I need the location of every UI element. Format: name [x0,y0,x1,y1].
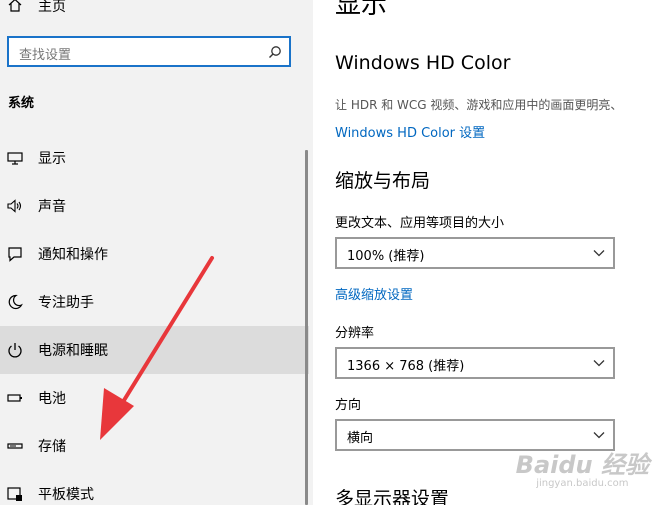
sidebar-item-tablet-mode[interactable]: 平板模式 [0,470,309,505]
chevron-down-icon [593,360,605,367]
sidebar-item-label: 声音 [38,199,66,215]
battery-icon [7,394,22,402]
sidebar-scrollbar[interactable] [305,150,308,505]
sidebar-item-label: 存储 [38,439,66,455]
hd-color-heading: Windows HD Color [335,52,511,74]
home-icon [8,0,22,12]
multi-display-heading: 多显示器设置 [335,488,450,505]
page-title: 显示 [335,0,388,20]
tablet-icon [7,487,22,501]
speaker-icon [7,199,22,213]
sidebar-item-power-sleep[interactable]: 电源和睡眠 [0,326,309,374]
sidebar-item-label: 电源和睡眠 [38,343,108,359]
sidebar-item-label: 显示 [38,151,66,167]
orientation-value: 横向 [347,431,374,446]
section-title-system: 系统 [8,96,35,111]
chevron-down-icon [593,432,605,439]
sidebar-item-storage[interactable]: 存储 [0,422,309,470]
advanced-scaling-link[interactable]: 高级缩放设置 [335,284,413,303]
resolution-label: 分辨率 [335,326,375,341]
home-nav-item[interactable]: 主页 [0,0,313,20]
scale-layout-heading: 缩放与布局 [335,170,431,192]
hd-color-settings-link[interactable]: Windows HD Color 设置 [335,122,485,141]
search-input[interactable]: 查找设置 [7,36,291,67]
search-placeholder: 查找设置 [19,48,72,63]
sidebar-item-display[interactable]: 显示 [0,134,309,182]
baidu-watermark: Baidu 经验 jingyan.baidu.com [516,445,649,489]
resolution-dropdown[interactable]: 1366 × 768 (推荐) [335,347,615,379]
sidebar-item-battery[interactable]: 电池 [0,374,309,422]
scale-label: 更改文本、应用等项目的大小 [335,216,505,231]
orientation-dropdown[interactable]: 横向 [335,419,615,451]
monitor-icon [7,152,23,165]
storage-icon [7,443,23,449]
scale-dropdown[interactable]: 100% (推荐) [335,237,615,269]
settings-window: 主页 查找设置 系统 显示 声音 通知和操作 专注助手 电源和睡眠 电池 存储 … [0,0,661,505]
scale-value: 100% (推荐) [347,249,425,264]
moon-icon [8,294,23,310]
sidebar-item-label: 专注助手 [38,295,94,311]
notification-icon [8,247,22,262]
power-icon [8,343,22,358]
sidebar-item-label: 电池 [38,391,66,407]
resolution-value: 1366 × 768 (推荐) [347,359,465,374]
sidebar-item-label: 平板模式 [38,487,94,503]
chevron-down-icon [593,250,605,257]
sidebar-item-notifications[interactable]: 通知和操作 [0,230,309,278]
orientation-label: 方向 [335,398,362,413]
hd-color-description: 让 HDR 和 WCG 视频、游戏和应用中的画面更明亮、 [335,98,623,112]
sidebar-item-focus-assist[interactable]: 专注助手 [0,278,309,326]
watermark-url: jingyan.baidu.com [536,478,629,489]
sidebar-item-sound[interactable]: 声音 [0,182,309,230]
home-label: 主页 [38,0,66,15]
main-content: 显示 Windows HD Color 让 HDR 和 WCG 视频、游戏和应用… [313,0,661,505]
sidebar: 主页 查找设置 系统 显示 声音 通知和操作 专注助手 电源和睡眠 电池 存储 … [0,0,313,505]
sidebar-item-label: 通知和操作 [38,247,108,263]
search-icon[interactable] [268,45,282,59]
